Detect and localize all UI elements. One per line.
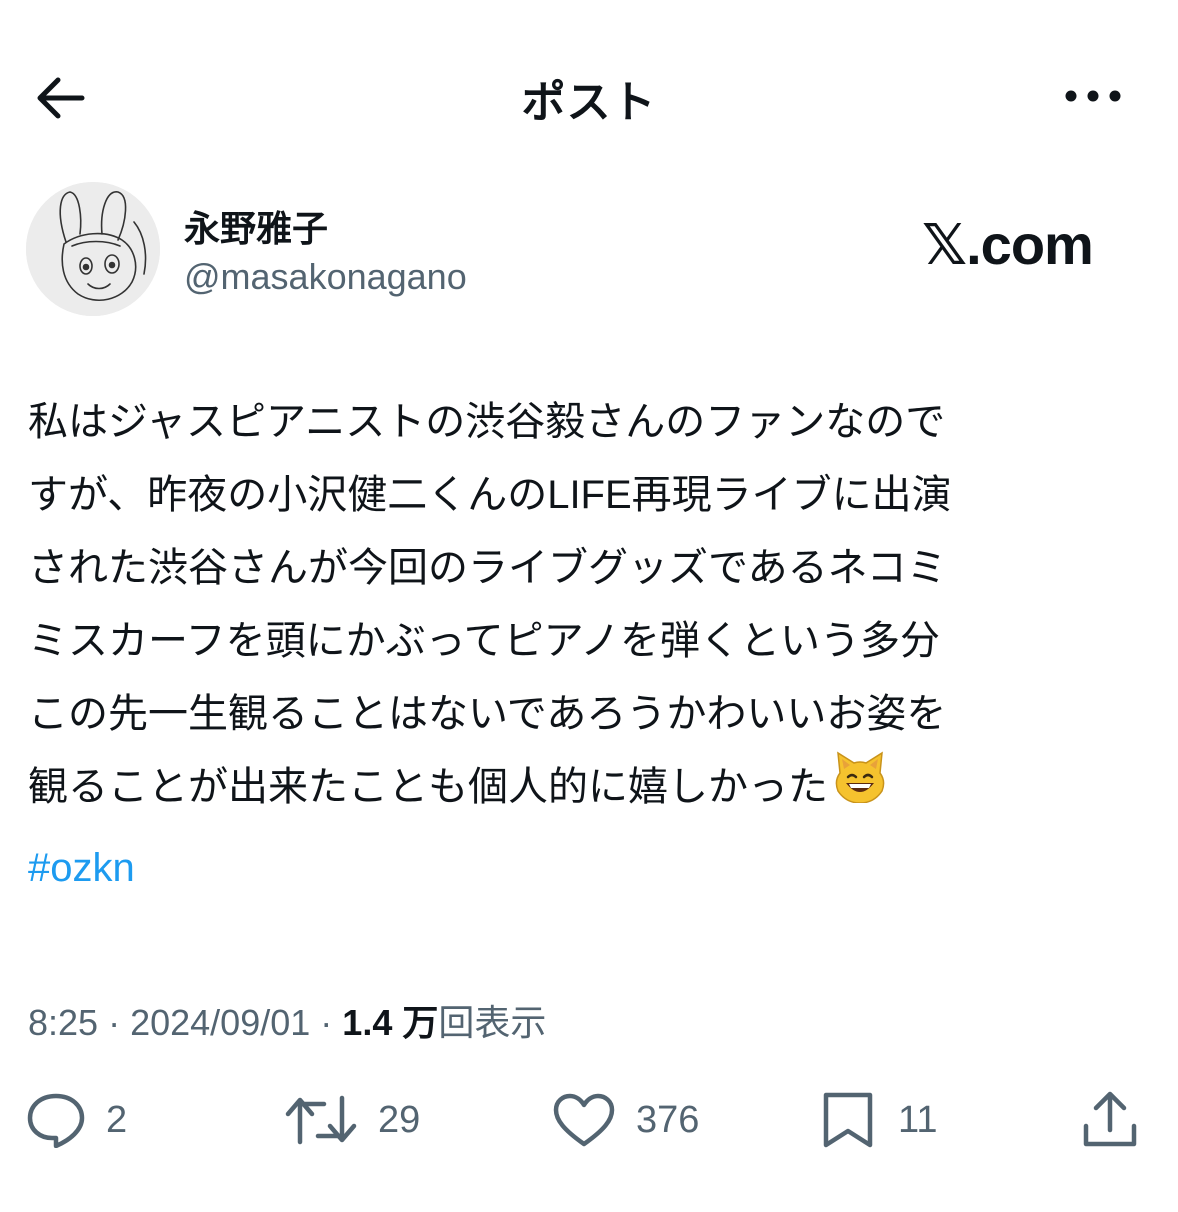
view-count-label: 回表示 — [438, 1002, 547, 1043]
author-name[interactable]: 永野雅子 — [184, 200, 328, 252]
bookmark-button[interactable]: 11 — [818, 1080, 937, 1160]
tweet-meta: 8:25 · 2024/09/01 · 1.4 万回表示 — [28, 994, 546, 1046]
reply-bubble-icon — [26, 1092, 86, 1148]
more-options-button[interactable] — [1058, 74, 1128, 118]
bookmark-icon — [818, 1091, 878, 1149]
repost-count: 29 — [378, 1098, 421, 1141]
avatar[interactable] — [26, 182, 160, 316]
repost-arrows-icon — [284, 1092, 358, 1148]
tweet-time[interactable]: 8:25 — [28, 1002, 98, 1043]
tweet-text: 私はジャスピアニストの渋谷毅さんのファンなので すが、昨夜の小沢健二くんのLIF… — [28, 386, 1148, 827]
top-bar: ポスト — [0, 0, 1178, 190]
reply-count: 2 — [106, 1098, 128, 1141]
tweet-line: された渋谷さんが今回のライブグッズであるネコミ — [28, 546, 947, 590]
tweet-date[interactable]: 2024/09/01 — [130, 1002, 310, 1043]
action-bar: 2 29 376 11 — [0, 1080, 1178, 1160]
tweet-line: ミスカーフを頭にかぶってピアノを弾くという多分 — [28, 619, 940, 663]
tweet-line: すが、昨夜の小沢健二くんのLIFE再現ライブに出演 — [28, 473, 952, 517]
like-button[interactable]: 376 — [552, 1080, 699, 1160]
like-count: 376 — [636, 1098, 700, 1141]
view-count: 1.4 万 — [342, 1002, 439, 1043]
tweet-line: 観ることが出来たことも個人的に嬉しかった — [28, 765, 828, 809]
brand-logo: 𝕏.com — [922, 213, 1094, 276]
page-title: ポスト — [521, 78, 657, 127]
avatar-drawing — [26, 182, 160, 316]
tweet-line: この先一生観ることはないであろうかわいいお姿を — [28, 692, 947, 736]
share-upload-icon — [1080, 1090, 1140, 1150]
repost-button[interactable]: 29 — [284, 1080, 420, 1160]
separator-dot: · — [320, 1002, 343, 1043]
grinning-cat-emoji-icon — [832, 751, 888, 827]
share-button[interactable] — [1080, 1080, 1140, 1160]
bookmark-count: 11 — [898, 1098, 938, 1141]
separator-dot: · — [108, 1002, 131, 1043]
hashtag-link[interactable]: #ozkn — [28, 846, 135, 891]
reply-button[interactable]: 2 — [26, 1080, 127, 1160]
more-horizontal-icon — [1064, 89, 1122, 103]
heart-icon — [552, 1092, 616, 1148]
author-handle[interactable]: @masakonagano — [184, 256, 467, 298]
tweet-line-last: 観ることが出来たことも個人的に嬉しかった — [28, 751, 1148, 827]
tweet-line: 私はジャスピアニストの渋谷毅さんのファンなので — [28, 400, 946, 444]
